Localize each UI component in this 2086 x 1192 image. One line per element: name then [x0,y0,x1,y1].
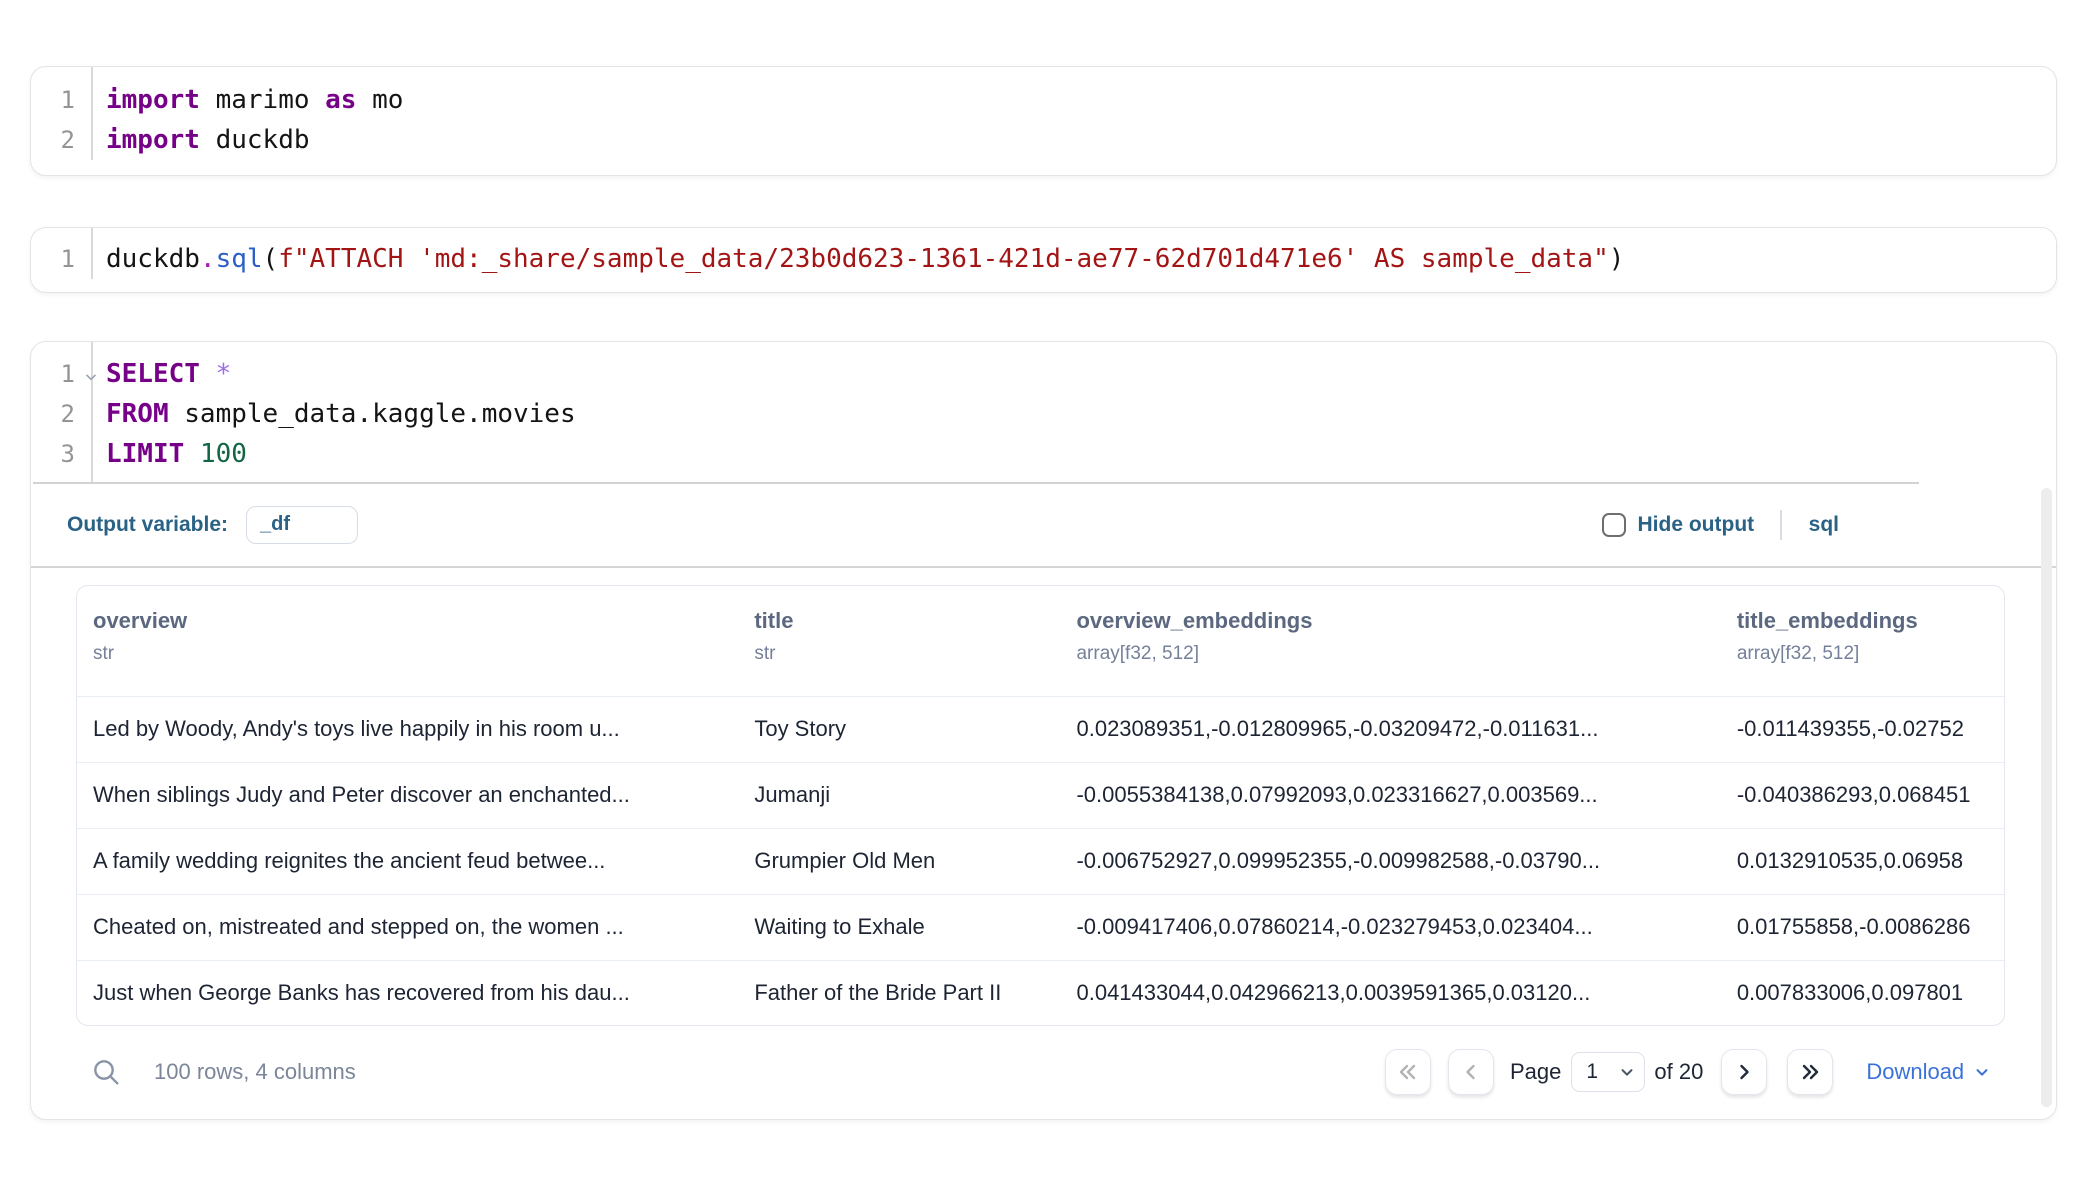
line-number: 2 [31,120,75,160]
code-line[interactable]: 3 LIMIT 100 [31,434,2056,474]
table-cell: A family wedding reignites the ancient f… [77,828,738,894]
result-table-container: overview str title str overview_embeddingsar… [76,585,2005,1026]
table-cell: Led by Woody, Andy's toys live happily i… [77,696,738,762]
column-name: overview [93,608,732,634]
output-variable-label: Output variable: [67,513,228,537]
table-cell: 0.007833006,0.097801 [1721,960,2004,1026]
table-row[interactable]: Led by Woody, Andy's toys live happily i… [77,696,2004,762]
table-cell: Jumanji [738,762,1060,828]
line-number: 1 [31,354,75,394]
column-type: array[f32, 512] [1076,643,1714,665]
chevrons-left-icon [1396,1060,1420,1084]
code-editor[interactable]: 1 SELECT * 2 FROM sample_data.kaggle.movies… [31,342,2056,482]
collapse-chevron-icon[interactable] [83,369,99,385]
page-label: Page [1510,1059,1561,1085]
toolbar-right-group: Hide output sql [1602,484,1839,566]
toolbar-divider [1780,510,1782,540]
table-cell: When siblings Judy and Peter discover an… [77,762,738,828]
search-icon[interactable] [90,1056,122,1088]
code-text: SELECT * [106,354,231,394]
table-row[interactable]: A family wedding reignites the ancient f… [77,828,2004,894]
code-line[interactable]: 2 FROM sample_data.kaggle.movies [31,394,2056,434]
first-page-button[interactable] [1385,1049,1431,1095]
result-table: overview str title str overview_embeddingsar… [77,586,2004,1026]
table-cell: Toy Story [738,696,1060,762]
code-text: FROM sample_data.kaggle.movies [106,394,576,434]
chevron-down-icon [1618,1063,1636,1081]
table-cell: Grumpier Old Men [738,828,1060,894]
table-header-row: overview str title str overview_embeddingsar… [77,586,2004,696]
column-header[interactable]: title str [738,586,1060,696]
sql-cell-toolbar: Output variable: _df Hide output sql [31,484,2056,566]
hide-output-checkbox[interactable] [1602,513,1626,537]
last-page-button[interactable] [1787,1049,1833,1095]
table-cell: Waiting to Exhale [738,894,1060,960]
table-cell: 0.0132910535,0.06958 [1721,828,2004,894]
code-text: duckdb.sql(f"ATTACH 'md:_share/sample_da… [106,239,1624,279]
table-footer: 100 rows, 4 columns Page 1 [76,1032,2005,1112]
hide-output-label[interactable]: Hide output [1638,513,1755,537]
table-body: Led by Woody, Andy's toys live happily i… [77,696,2004,1026]
output-variable-input[interactable]: _df [246,506,358,544]
table-cell: -0.0055384138,0.07992093,0.023316627,0.0… [1060,762,1720,828]
previous-page-button[interactable] [1448,1049,1494,1095]
table-cell: Father of the Bride Part II [738,960,1060,1026]
code-text: import duckdb [106,120,310,160]
page-select-value: 1 [1586,1060,1598,1084]
code-line[interactable]: 1 duckdb.sql(f"ATTACH 'md:_share/sample_d… [31,239,2056,279]
column-type: str [93,643,732,665]
column-type: array[f32, 512] [1737,643,1998,665]
page-total-label: of 20 [1654,1059,1703,1085]
line-number: 1 [31,80,75,120]
code-text: import marimo as mo [106,80,403,120]
table-cell: -0.006752927,0.099952355,-0.009982588,-0… [1060,828,1720,894]
chevron-left-icon [1459,1060,1483,1084]
download-label: Download [1866,1059,1964,1085]
table-cell: -0.011439355,-0.02752 [1721,696,2004,762]
code-editor[interactable]: 1 duckdb.sql(f"ATTACH 'md:_share/sample_d… [31,228,2056,279]
code-cell-imports[interactable]: 1 import marimo as mo 2 import duckdb [30,66,2057,176]
line-number: 2 [31,394,75,434]
download-button[interactable]: Download [1866,1059,1991,1085]
table-cell: 0.041433044,0.042966213,0.0039591365,0.0… [1060,960,1720,1026]
column-header[interactable]: overview str [77,586,738,696]
chevrons-right-icon [1798,1060,1822,1084]
code-text: LIMIT 100 [106,434,247,474]
code-editor[interactable]: 1 import marimo as mo 2 import duckdb [31,67,2056,160]
table-cell: Cheated on, mistreated and stepped on, t… [77,894,738,960]
next-page-button[interactable] [1721,1049,1767,1095]
column-header[interactable]: title_embeddings array[f32, 512] [1721,586,2004,696]
table-row[interactable]: Just when George Banks has recovered fro… [77,960,2004,1026]
column-header[interactable]: overview_embeddings array[f32, 512] [1060,586,1720,696]
toolbar-output-divider [31,566,2056,568]
fold-toggle[interactable] [83,357,99,397]
table-cell: 0.01755858,-0.0086286 [1721,894,2004,960]
line-number: 1 [31,239,75,279]
column-type: str [754,643,1054,665]
column-name: overview_embeddings [1076,608,1714,634]
column-name: title_embeddings [1737,608,1998,634]
code-line[interactable]: 1 SELECT * [31,354,2056,394]
code-cell-attach[interactable]: 1 duckdb.sql(f"ATTACH 'md:_share/sample_d… [30,227,2057,293]
table-row[interactable]: When siblings Judy and Peter discover an… [77,762,2004,828]
row-count-summary: 100 rows, 4 columns [154,1059,356,1085]
line-number: 3 [31,434,75,474]
table-cell: 0.023089351,-0.012809965,-0.03209472,-0.… [1060,696,1720,762]
code-line[interactable]: 2 import duckdb [31,120,2056,160]
chevron-down-icon [1973,1063,1991,1081]
page-select[interactable]: 1 [1571,1052,1645,1092]
language-badge[interactable]: sql [1809,513,1839,537]
table-cell: -0.040386293,0.068451 [1721,762,2004,828]
column-name: title [754,608,1054,634]
chevron-right-icon [1732,1060,1756,1084]
pagination: Page 1 of 20 [1385,1049,1991,1095]
sql-cell[interactable]: 1 SELECT * 2 FROM sample_data.kaggle.movies… [30,341,2057,1120]
table-cell: -0.009417406,0.07860214,-0.023279453,0.0… [1060,894,1720,960]
vertical-scrollbar[interactable] [2041,488,2052,1107]
code-line[interactable]: 1 import marimo as mo [31,80,2056,120]
table-row[interactable]: Cheated on, mistreated and stepped on, t… [77,894,2004,960]
table-cell: Just when George Banks has recovered fro… [77,960,738,1026]
